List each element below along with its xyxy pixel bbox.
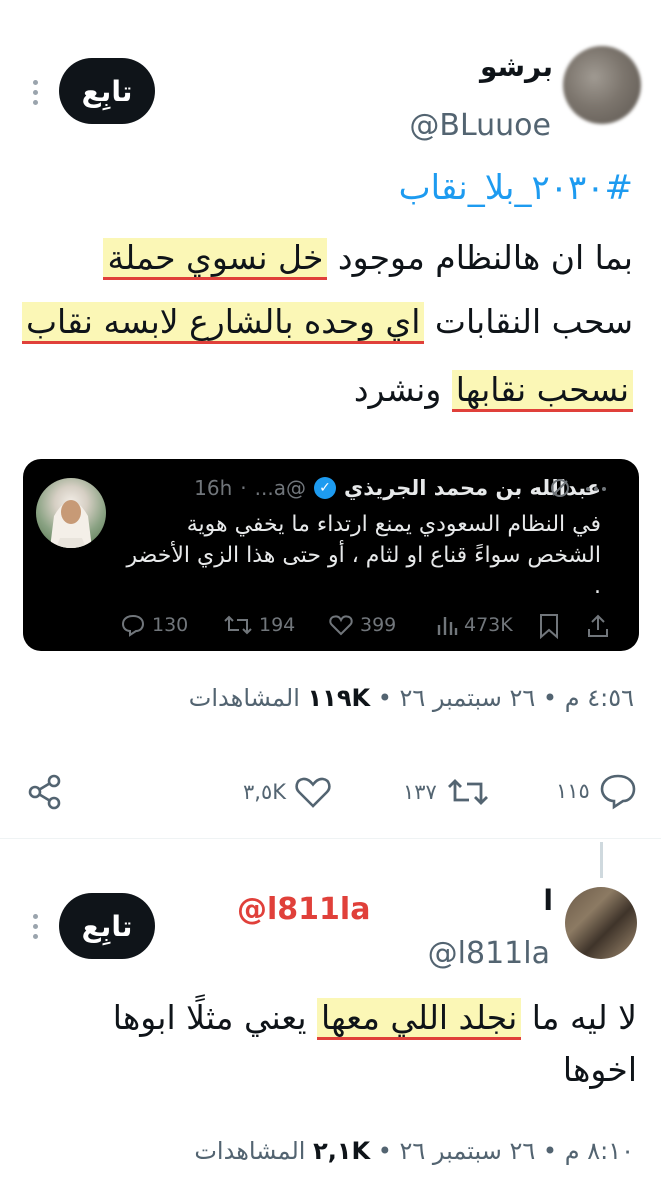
text-segment: سحب النقابات [424, 302, 633, 341]
divider [0, 838, 661, 839]
views-icon [437, 617, 458, 635]
text-segment: بما ان هالنظام موجود [327, 238, 633, 277]
separator-dot: • [370, 684, 392, 712]
tweet-date[interactable]: ٢٦ سبتمبر ٢٦ [400, 684, 536, 712]
quoted-like-count: 399 [360, 614, 397, 636]
separator-dot: • [535, 1137, 558, 1165]
separator-dot: • [535, 684, 558, 712]
reply-text-line: لا ليه ما نجلد اللي معها يعني مثلًا ابوه… [112, 998, 637, 1040]
quoted-reply-count: 130 [152, 614, 189, 636]
text-segment: يعني مثلًا ابوها [112, 998, 318, 1037]
reply-text-line: اخوها [562, 1050, 637, 1089]
bookmark-icon[interactable] [538, 613, 560, 643]
text-segment: لا ليه ما [521, 998, 637, 1037]
author-name[interactable]: برشو [480, 50, 553, 83]
reply-time[interactable]: ٨:١٠ م [565, 1137, 634, 1165]
reply-button[interactable]: ١١٥ [556, 772, 638, 810]
hashtag-link[interactable]: #٢٠٣٠_بلا_نقاب [399, 168, 633, 208]
tweet-time[interactable]: ٤:٥٦ م [565, 684, 634, 712]
thread-line [600, 842, 603, 878]
quoted-text-line: . [594, 574, 601, 599]
follow-button[interactable]: تابِع [59, 58, 155, 124]
reply-follow-button[interactable]: تابِع [59, 893, 155, 959]
quoted-author-handle[interactable]: @a... [255, 476, 306, 500]
retweet-icon [224, 615, 252, 635]
reply-icon [121, 614, 145, 637]
quoted-retweet-button[interactable]: 194 [223, 613, 295, 637]
highlighted-text: خل نسوي حملة [103, 238, 328, 280]
quoted-more-icon[interactable] [586, 487, 606, 491]
quoted-like-button[interactable]: 399 [328, 613, 396, 637]
quoted-views-button[interactable]: 473K [436, 613, 513, 637]
highlighted-text: نجلد اللي معها [317, 998, 522, 1040]
reply-author-handle[interactable]: @l811la [428, 936, 550, 971]
quoted-share-icon[interactable] [586, 613, 610, 643]
separator-dot: • [370, 1137, 392, 1165]
reply-icon [600, 774, 636, 810]
views-count: ١١٩K [307, 684, 371, 712]
verified-icon: ✓ [313, 477, 336, 499]
quoted-text-line: الشخص سواءً قناع او لثام ، أو حتى هذا ال… [126, 543, 602, 568]
more-icon[interactable] [33, 80, 38, 105]
text-segment: ونشرد [353, 370, 452, 409]
quoted-author-avatar[interactable] [36, 478, 106, 548]
like-button[interactable]: ٣,٥K [243, 775, 332, 809]
retweet-count: ١٣٧ [403, 780, 437, 804]
share-icon[interactable] [25, 772, 65, 816]
quoted-text-line: في النظام السعودي يمنع ارتداء ما يخفي هو… [186, 512, 601, 537]
tweet-text-line: نسحب نقابها ونشرد [353, 370, 633, 412]
views-label: المشاهدات [188, 684, 300, 712]
quoted-time: 16h [194, 476, 233, 500]
quoted-retweet-count: 194 [259, 614, 296, 636]
reply-views-label: المشاهدات [194, 1137, 306, 1165]
quoted-reply-button[interactable]: 130 [120, 613, 188, 637]
grok-icon[interactable] [548, 476, 572, 504]
reply-more-icon[interactable] [33, 914, 38, 939]
tweet-text-line: سحب النقابات اي وحده بالشارع لابسه نقاب [21, 302, 633, 344]
reply-count: ١١٥ [556, 779, 590, 803]
author-avatar[interactable] [563, 46, 641, 124]
retweet-icon [447, 779, 488, 805]
quoted-views-count: 473K [464, 614, 513, 636]
separator-dot: · [240, 476, 247, 500]
retweet-button[interactable]: ١٣٧ [403, 775, 491, 809]
highlighted-text: نسحب نقابها [451, 370, 633, 412]
reply-meta: ٨:١٠ م • ٢٦ سبتمبر ٢٦ • ٢,١K المشاهدات [194, 1137, 634, 1165]
tweet-text-line: بما ان هالنظام موجود خل نسوي حملة [103, 238, 633, 280]
watermark-text: @l811la [237, 892, 371, 927]
highlighted-text: اي وحده بالشارع لابسه نقاب [21, 302, 425, 344]
like-icon [329, 615, 353, 636]
quoted-header: عبدالله بن محمد الجريذي ✓ @a... · 16h [194, 476, 601, 500]
reply-author-avatar[interactable] [565, 887, 637, 959]
author-handle[interactable]: @BLuuoe [409, 108, 551, 143]
reply-views-count: ٢,١K [313, 1137, 371, 1165]
like-icon [295, 777, 331, 808]
reply-author-name[interactable]: ا [543, 884, 553, 917]
tweet-meta: ٤:٥٦ م • ٢٦ سبتمبر ٢٦ • ١١٩K المشاهدات [189, 684, 634, 712]
like-count: ٣,٥K [243, 780, 287, 804]
reply-date[interactable]: ٢٦ سبتمبر ٢٦ [400, 1137, 536, 1165]
